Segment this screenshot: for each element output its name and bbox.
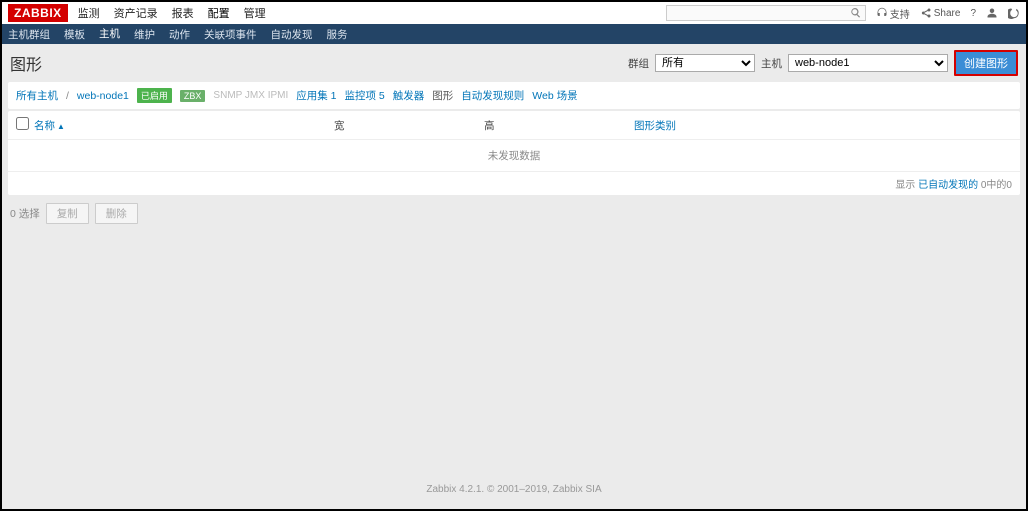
subnav-discovery[interactable]: 自动发现 — [271, 23, 313, 46]
tab-discovery-rules[interactable]: 自动发现规则 — [461, 88, 524, 103]
share-link[interactable]: Share — [920, 7, 961, 19]
sub-nav: 主机群组 模板 主机 维护 动作 关联项事件 自动发现 服务 — [2, 24, 1026, 44]
col-name[interactable]: 名称▲ — [34, 118, 334, 133]
nav-monitoring[interactable]: 监测 — [78, 1, 100, 25]
col-height[interactable]: 高 — [484, 118, 634, 133]
subnav-maintenance[interactable]: 维护 — [134, 23, 155, 46]
create-graph-button[interactable]: 创建图形 — [954, 50, 1018, 76]
help-link[interactable]: ? — [970, 8, 976, 19]
subnav-hostgroups[interactable]: 主机群组 — [8, 23, 50, 46]
page-title: 图形 — [10, 51, 42, 75]
group-label: 群组 — [628, 56, 649, 71]
footer-text: Zabbix 4.2.1. © 2001–2019, Zabbix SIA — [8, 476, 1020, 509]
subnav-hosts[interactable]: 主机 — [99, 22, 120, 47]
user-icon — [986, 7, 998, 19]
copy-button[interactable]: 复制 — [46, 203, 89, 224]
nav-reports[interactable]: 报表 — [172, 1, 194, 25]
col-type[interactable]: 图形类别 — [634, 118, 1012, 133]
support-link[interactable]: 支持 — [876, 6, 910, 21]
selected-count: 0 选择 — [10, 206, 40, 221]
tab-applications[interactable]: 应用集 1 — [296, 88, 336, 103]
zbx-badge: ZBX — [180, 90, 206, 102]
tab-triggers[interactable]: 触发器 — [393, 88, 425, 103]
auto-discovered-link[interactable]: 已自动发现的 — [918, 180, 978, 191]
sort-asc-icon: ▲ — [57, 122, 65, 131]
col-width[interactable]: 宽 — [334, 118, 484, 133]
search-icon — [851, 8, 861, 18]
current-host-link[interactable]: web-node1 — [77, 90, 129, 102]
empty-message: 未发现数据 — [8, 140, 1020, 172]
group-select[interactable]: 所有 — [655, 54, 755, 72]
search-input[interactable] — [666, 5, 866, 21]
delete-button[interactable]: 删除 — [95, 203, 138, 224]
host-breadcrumb: 所有主机 / web-node1 已启用 ZBX SNMP JMX IPMI 应… — [8, 82, 1020, 109]
host-select[interactable]: web-node1 — [788, 54, 948, 72]
all-hosts-link[interactable]: 所有主机 — [16, 88, 58, 103]
subnav-services[interactable]: 服务 — [327, 23, 348, 46]
subnav-correlation[interactable]: 关联项事件 — [204, 23, 257, 46]
share-icon — [920, 7, 932, 19]
tab-items[interactable]: 监控项 5 — [345, 88, 385, 103]
enabled-badge: 已启用 — [137, 88, 172, 103]
subnav-actions[interactable]: 动作 — [169, 23, 190, 46]
tab-graphs: 图形 — [432, 88, 453, 103]
nav-configuration[interactable]: 配置 — [208, 1, 230, 25]
select-all-checkbox[interactable] — [16, 117, 29, 130]
user-link[interactable] — [986, 7, 998, 19]
headset-icon — [876, 7, 888, 19]
power-icon — [1008, 7, 1020, 19]
proto-badges: SNMP JMX IPMI — [213, 90, 288, 101]
host-label: 主机 — [761, 56, 782, 71]
tab-web[interactable]: Web 场景 — [532, 88, 577, 103]
subnav-templates[interactable]: 模板 — [64, 23, 85, 46]
nav-administration[interactable]: 管理 — [244, 1, 266, 25]
nav-inventory[interactable]: 资产记录 — [114, 1, 158, 25]
logo: ZABBIX — [8, 4, 68, 22]
logout-link[interactable] — [1008, 7, 1020, 19]
table-footer: 显示 已自动发现的 0中的0 — [8, 172, 1020, 195]
graphs-table: 名称▲ 宽 高 图形类别 未发现数据 显示 已自动发现的 0中的0 — [8, 111, 1020, 195]
